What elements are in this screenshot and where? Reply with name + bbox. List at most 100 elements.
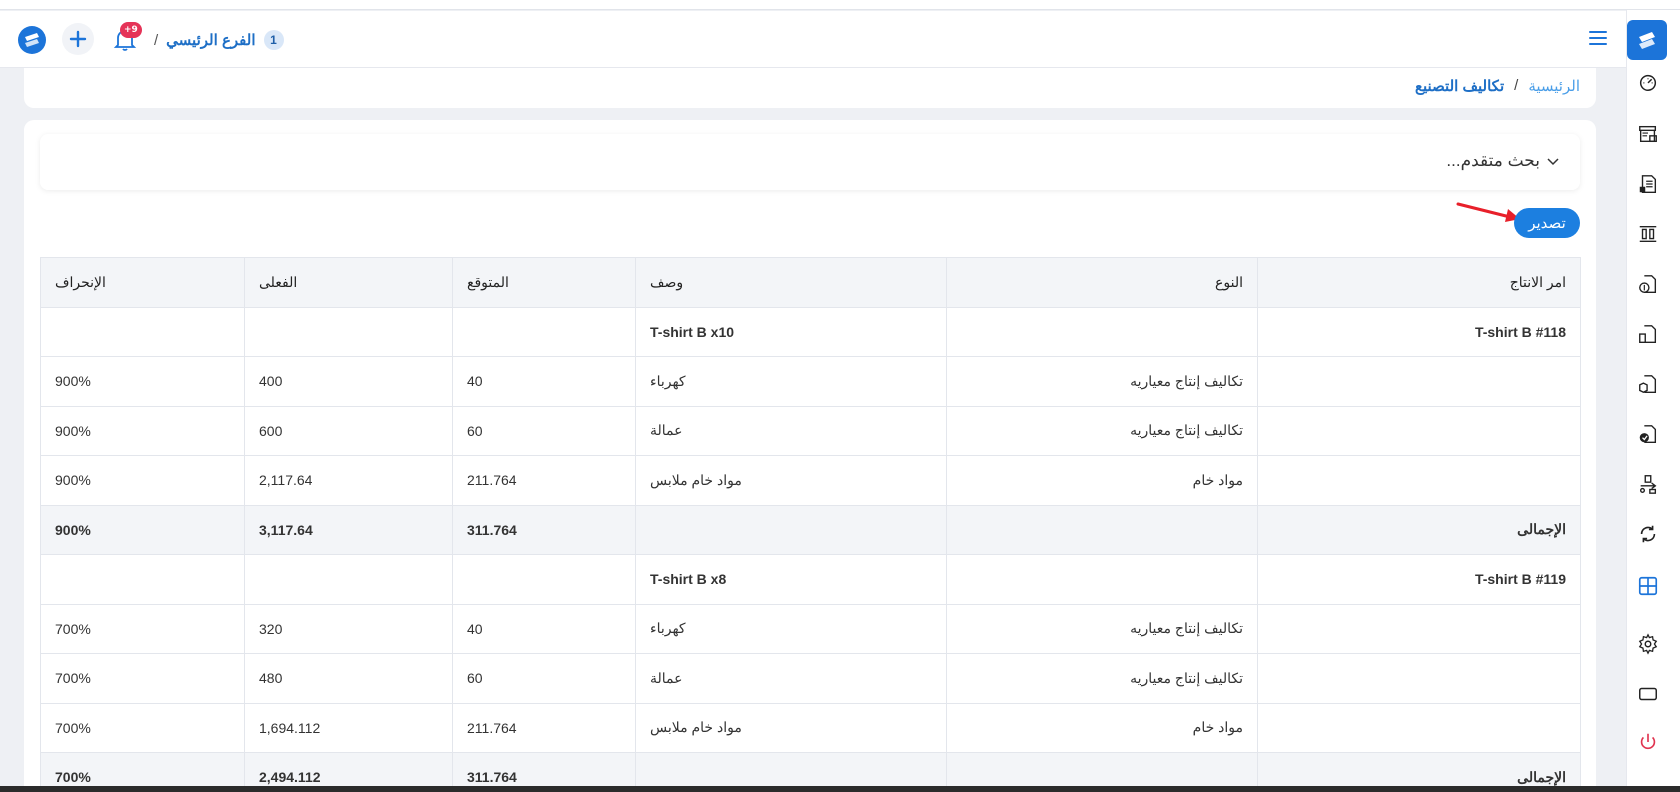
cell-order [1257,455,1581,506]
column-header-expected: المتوقع [452,257,636,308]
app-logo-icon[interactable] [17,25,47,55]
cell-expected: 211.764 [452,702,636,753]
cell-actual: 1,694.112 [244,702,453,753]
cell-type [946,306,1258,357]
cell-description: مواد خام ملابس [635,702,947,753]
cell-order [1257,653,1581,704]
chevron-down-icon [1547,158,1559,166]
branch-separator: / [154,31,159,49]
screen-icon[interactable] [1636,682,1660,706]
cell-description: كهرباء [635,356,947,407]
table-row: تكاليف إنتاج معياريه عمالة 60 480 700% [40,653,1581,704]
cell-actual: 400 [244,356,453,407]
document-box-icon[interactable] [1636,372,1660,396]
breadcrumb-home-link[interactable]: الرئيسية [1528,77,1580,95]
cell-order [1257,356,1581,407]
invoice-icon[interactable] [1636,172,1660,196]
plus-icon [69,30,87,48]
cell-type [946,504,1258,555]
column-header-order: امر الانتاج [1257,257,1581,308]
table-row: تكاليف إنتاج معياريه كهرباء 40 400 900% [40,356,1581,407]
main-card: بحث متقدم... تصدير امر الانتاج النوع وصف… [24,120,1596,792]
cell-actual: 3,117.64 [244,504,453,555]
top-header: +9 1 الفرع الرئيسي / [0,11,1626,68]
table-body: T-shirt B #118 T-shirt B x10 تكاليف إنتاج … [40,306,1581,792]
gear-icon[interactable] [1636,632,1660,656]
column-header-actual: الفعلى [244,257,453,308]
breadcrumb-separator: / [1514,77,1519,94]
cell-order [1257,603,1581,654]
manufacturing-costs-table: امر الانتاج النوع وصف المتوقع الفعلى الإ… [40,257,1581,792]
cell-description [635,504,947,555]
bottom-strip [0,786,1680,792]
cell-type: تكاليف إنتاج معياريه [946,653,1258,704]
cell-expected: 40 [452,356,636,407]
table-order-row: T-shirt B #119 T-shirt B x8 [40,554,1581,605]
power-icon[interactable] [1636,730,1660,754]
transfer-icon[interactable] [1636,472,1660,496]
cell-deviation [40,554,245,605]
table-row: تكاليف إنتاج معياريه كهرباء 40 320 700% [40,603,1581,654]
cell-expected: 311.764 [452,504,636,555]
cell-expected: 60 [452,405,636,456]
breadcrumb: الرئيسية / تكاليف التصنيع [1415,77,1580,95]
export-button[interactable]: تصدير [1514,208,1580,238]
cell-deviation: 700% [40,653,245,704]
store-icon[interactable] [1636,122,1660,146]
cell-order: T-shirt B #118 [1257,306,1581,357]
cell-expected: 211.764 [452,455,636,506]
table-header-row: امر الانتاج النوع وصف المتوقع الفعلى الإ… [40,257,1581,308]
cell-type: مواد خام [946,455,1258,506]
cell-actual [244,306,453,357]
cell-description: T-shirt B x10 [635,306,947,357]
document-icon[interactable] [1636,322,1660,346]
cell-actual: 320 [244,603,453,654]
cell-expected [452,554,636,605]
column-header-description: وصف [635,257,947,308]
cell-actual: 480 [244,653,453,704]
cell-actual [244,554,453,605]
cell-order: الإجمالى [1257,504,1581,555]
layout-icon[interactable] [1636,574,1660,598]
cell-type: تكاليف إنتاج معياريه [946,356,1258,407]
cell-description: عمالة [635,405,947,456]
cell-expected: 60 [452,653,636,704]
cell-description: T-shirt B x8 [635,554,947,605]
cell-description: عمالة [635,653,947,704]
cell-description: كهرباء [635,603,947,654]
table-total-row: الإجمالى 311.764 3,117.64 900% [40,504,1581,555]
cell-type: تكاليف إنتاج معياريه [946,405,1258,456]
cell-deviation: 700% [40,603,245,654]
cell-expected [452,306,636,357]
cell-deviation: 900% [40,405,245,456]
cell-actual: 600 [244,405,453,456]
table-row: مواد خام مواد خام ملابس 211.764 1,694.112 70… [40,702,1581,753]
cell-order [1257,702,1581,753]
table-row: تكاليف إنتاج معياريه عمالة 60 600 900% [40,405,1581,456]
menu-toggle-icon[interactable] [1589,30,1607,46]
table-row: مواد خام مواد خام ملابس 211.764 2,117.64 900… [40,455,1581,506]
document-money-icon[interactable] [1636,272,1660,296]
table-order-row: T-shirt B #118 T-shirt B x10 [40,306,1581,357]
cell-type: مواد خام [946,702,1258,753]
dashboard-icon[interactable] [1636,70,1660,94]
advanced-search-panel[interactable]: بحث متقدم... [40,134,1580,190]
cell-expected: 40 [452,603,636,654]
sidebar-logo-icon[interactable] [1627,20,1667,60]
cell-deviation: 900% [40,504,245,555]
branch-selector[interactable]: 1 الفرع الرئيسي / [154,28,284,52]
add-button[interactable] [62,23,94,55]
columns-icon[interactable] [1636,222,1660,246]
cell-order [1257,405,1581,456]
column-header-deviation: الإنحراف [40,257,245,308]
notification-badge: +9 [120,22,142,38]
refresh-icon[interactable] [1636,522,1660,546]
column-header-type: النوع [946,257,1258,308]
cell-order: T-shirt B #119 [1257,554,1581,605]
top-strip [0,0,1680,10]
breadcrumb-card: الرئيسية / تكاليف التصنيع [24,68,1596,108]
cell-deviation [40,306,245,357]
cell-actual: 2,117.64 [244,455,453,506]
cell-type [946,554,1258,605]
document-check-icon[interactable] [1636,422,1660,446]
